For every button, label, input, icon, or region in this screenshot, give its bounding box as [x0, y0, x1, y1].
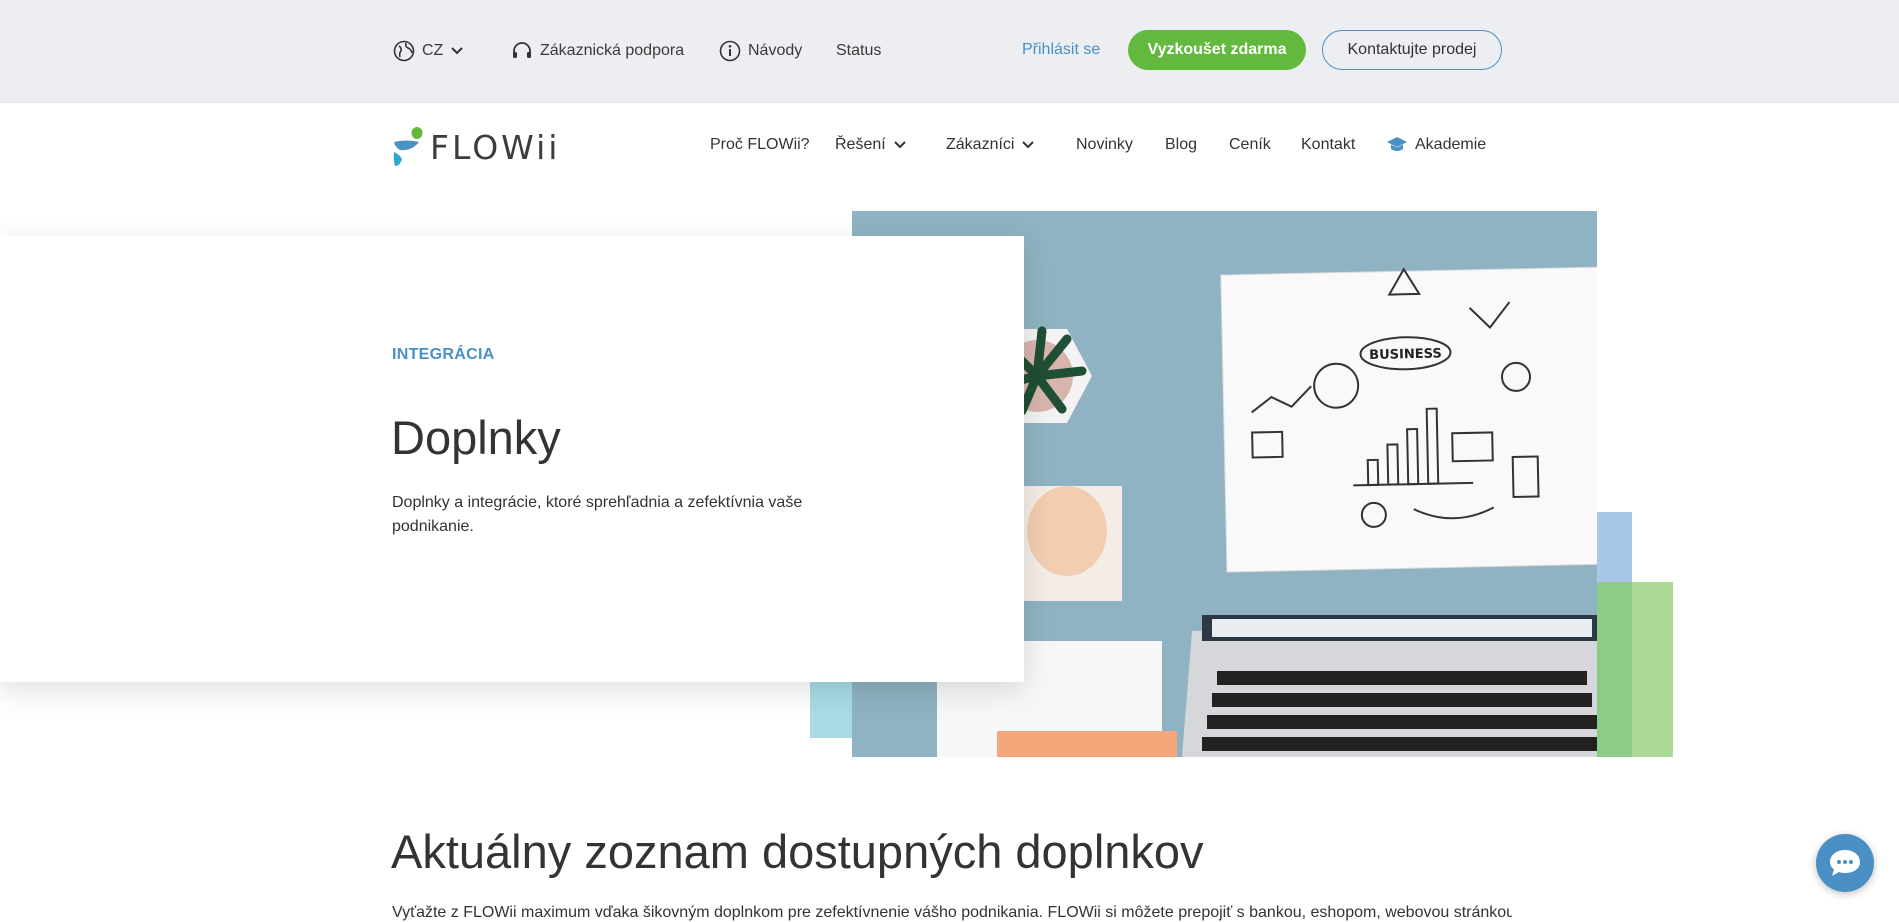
addons-section-title: Aktuálny zoznam dostupných doplnkov	[391, 825, 1204, 878]
nav-academy[interactable]: Akademie	[1386, 136, 1486, 154]
nav-contact[interactable]: Kontakt	[1301, 136, 1355, 154]
language-label: CZ	[422, 42, 444, 59]
nav-blog[interactable]: Blog	[1165, 136, 1197, 154]
guides-link[interactable]: Návody	[719, 38, 802, 64]
nav-why-flowii[interactable]: Proč FLOWii?	[710, 136, 810, 154]
decor-block-cyan	[810, 682, 854, 738]
nav-academy-label: Akademie	[1415, 136, 1487, 153]
nav-contact-label: Kontakt	[1301, 136, 1356, 153]
flowii-logo[interactable]: FLOWii	[392, 126, 560, 168]
nav-why-label: Proč FLOWii?	[710, 136, 810, 153]
top-bar: CZ Zákaznická podpora Návody Status Přih…	[0, 0, 1899, 103]
nav-pricing-label: Ceník	[1229, 136, 1271, 153]
headset-icon	[513, 42, 531, 58]
logo-text: FLOWii	[430, 127, 561, 167]
decor-block-light-green	[1632, 582, 1673, 757]
contact-sales-button[interactable]: Kontaktujte prodej	[1322, 30, 1502, 70]
chat-bubble-icon	[1830, 850, 1860, 876]
flowii-logo-mark	[393, 127, 423, 166]
nav-customers[interactable]: Zákazníci	[946, 136, 1035, 154]
addons-section-intro: Vyťažte z FLOWii maximum vďaka šikovným …	[392, 904, 1512, 921]
nav-solutions[interactable]: Řešení	[835, 136, 906, 154]
hero-eyebrow: INTEGRÁCIA	[392, 346, 495, 363]
nav-news-label: Novinky	[1076, 136, 1133, 153]
guides-label: Návody	[748, 42, 803, 59]
chevron-down-icon	[1022, 141, 1035, 149]
chevron-down-icon	[893, 141, 906, 149]
info-icon	[719, 40, 741, 62]
decor-block-green	[1597, 582, 1632, 757]
nav-blog-label: Blog	[1165, 136, 1198, 153]
language-selector[interactable]: CZ	[393, 38, 470, 64]
graduation-cap-icon	[1387, 137, 1407, 151]
sketch-business-label: BUSINESS	[1369, 346, 1442, 363]
page-title: Doplnky	[391, 411, 561, 464]
status-link[interactable]: Status	[836, 38, 881, 64]
hero-description: Doplnky a integrácie, ktoré sprehľadnia …	[392, 494, 803, 535]
chevron-down-icon	[451, 47, 464, 55]
status-label: Status	[836, 42, 882, 59]
nav-customers-label: Zákazníci	[946, 136, 1015, 153]
decor-block-blue	[1597, 512, 1632, 582]
try-free-button[interactable]: Vyzkoušet zdarma	[1128, 30, 1306, 70]
globe-icon	[393, 40, 415, 62]
nav-news[interactable]: Novinky	[1076, 136, 1133, 154]
nav-pricing[interactable]: Ceník	[1229, 136, 1271, 154]
customer-support-link[interactable]: Zákaznická podpora	[511, 38, 684, 64]
support-label: Zákaznická podpora	[540, 42, 685, 59]
login-link[interactable]: Přihlásit se	[1022, 41, 1100, 59]
nav-solutions-label: Řešení	[835, 136, 886, 153]
chat-button[interactable]	[1816, 834, 1874, 892]
